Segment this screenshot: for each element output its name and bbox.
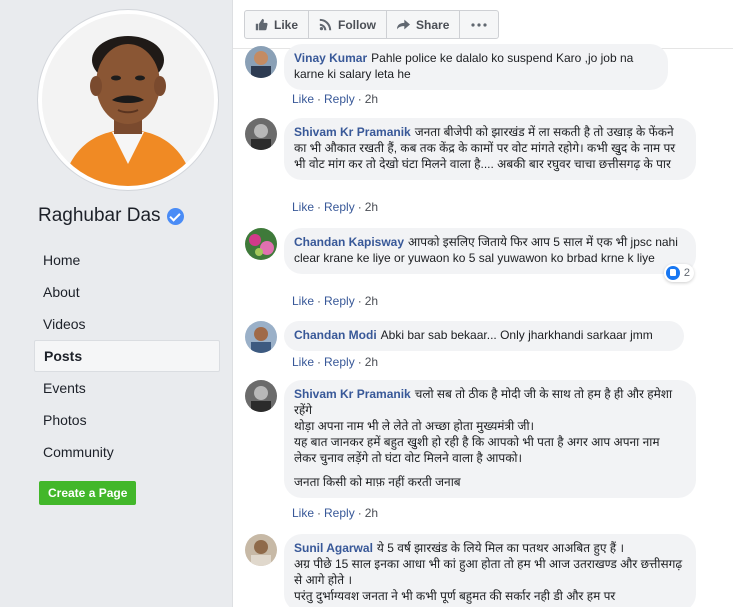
comment-reply-link[interactable]: Reply — [324, 92, 355, 106]
commenter-avatar[interactable] — [245, 228, 277, 260]
comment-time[interactable]: 2h — [365, 92, 378, 106]
share-arrow-icon — [397, 19, 411, 30]
post-action-bar: Like Follow Share — [244, 10, 500, 39]
nav-about[interactable]: About — [34, 276, 220, 308]
comment-author[interactable]: Sunil Agarwal — [294, 541, 373, 555]
comment-author[interactable]: Shivam Kr Pramanik — [294, 125, 411, 139]
follow-button[interactable]: Follow — [309, 11, 388, 38]
commenter-avatar[interactable] — [245, 321, 277, 353]
comment-bubble: Shivam Kr Pramanik जनता बीजेपी को झारखंड … — [284, 118, 696, 180]
comment-text: अग्र पीछे 15 साल इनका आधा भी कां हुआ होत… — [294, 557, 683, 587]
comment-bubble: Chandan Kapisway आपको इसलिए जिताये फिर आप… — [284, 228, 696, 282]
comment-author[interactable]: Chandan Kapisway — [294, 235, 404, 249]
comments-panel: Like Follow Share Vinay Kumar Pahle polic… — [232, 0, 733, 607]
comment-reply-link[interactable]: Reply — [324, 355, 355, 369]
comment-time[interactable]: 2h — [365, 200, 378, 214]
follow-label: Follow — [338, 17, 377, 32]
comment-meta: Like · Reply · 2h — [292, 200, 379, 214]
page-nav: Home About Videos Posts Events Photos Co… — [34, 244, 220, 468]
comment-like-link[interactable]: Like — [292, 92, 314, 106]
page-title[interactable]: Raghubar Das — [38, 205, 184, 227]
comment-reply-link[interactable]: Reply — [324, 294, 355, 308]
comment-bubble: Vinay Kumar Pahle police ke dalalo ko sus… — [284, 44, 668, 90]
nav-videos[interactable]: Videos — [34, 308, 220, 340]
like-reaction-icon — [665, 266, 680, 280]
comment-meta: Like · Reply · 2h — [292, 92, 379, 106]
comment-meta: Like · Reply · 2h — [292, 294, 379, 308]
comment-meta: Like · Reply · 2h — [292, 355, 379, 369]
nav-posts[interactable]: Posts — [34, 340, 220, 372]
create-page-button[interactable]: Create a Page — [39, 481, 137, 505]
ellipsis-icon — [471, 22, 487, 27]
comment-time[interactable]: 2h — [365, 294, 378, 308]
share-button[interactable]: Share — [387, 11, 461, 38]
profile-picture-frame[interactable] — [38, 10, 218, 190]
comment-bubble: Chandan Modi Abki bar sab bekaar... Only … — [284, 321, 684, 351]
comment-text: थोड़ा अपना नाम भी ले लेते तो अच्छा होता … — [294, 419, 535, 433]
page-sidebar: Raghubar Das Home About Videos Posts Eve… — [0, 0, 232, 607]
comment-reply-link[interactable]: Reply — [324, 200, 355, 214]
comment-text: परंतु दुर्भाग्यवश जनता ने भी कभी पूर्ण ब… — [294, 589, 616, 603]
commenter-avatar[interactable] — [245, 534, 277, 566]
comment-like-link[interactable]: Like — [292, 506, 314, 520]
comment-time[interactable]: 2h — [365, 506, 378, 520]
comment-text: ये 5 वर्ष झारखंड के लिये मिल का पतथर आअब… — [376, 541, 625, 555]
verified-badge-icon — [166, 207, 184, 225]
comment-text: जनता किसी को माफ़ नहीं करती जनाब — [294, 475, 461, 489]
comment-author[interactable]: Shivam Kr Pramanik — [294, 387, 411, 401]
page-name-text[interactable]: Raghubar Das — [38, 205, 161, 227]
comment-text: Abki bar sab bekaar... Only jharkhandi s… — [380, 328, 653, 342]
thumbs-up-icon — [255, 18, 268, 31]
reaction-count-value: 2 — [683, 267, 690, 279]
reaction-count[interactable]: 2 — [663, 264, 694, 282]
more-options-button[interactable] — [460, 11, 498, 38]
comment-bubble: Shivam Kr Pramanik चलो सब तो ठीक है मोदी … — [284, 380, 696, 498]
share-label: Share — [416, 17, 450, 32]
comment-time[interactable]: 2h — [365, 355, 378, 369]
nav-community[interactable]: Community — [34, 436, 220, 468]
commenter-avatar[interactable] — [245, 46, 277, 78]
comment-like-link[interactable]: Like — [292, 294, 314, 308]
comment-reply-link[interactable]: Reply — [324, 506, 355, 520]
like-page-button[interactable]: Like — [245, 11, 310, 38]
comment-like-link[interactable]: Like — [292, 200, 314, 214]
comment-author[interactable]: Chandan Modi — [294, 328, 377, 342]
comment-bubble: Sunil Agarwal ये 5 वर्ष झारखंड के लिये मि… — [284, 534, 696, 607]
commenter-avatar[interactable] — [245, 380, 277, 412]
nav-events[interactable]: Events — [34, 372, 220, 404]
rss-icon — [319, 18, 332, 31]
comment-author[interactable]: Vinay Kumar — [294, 51, 367, 65]
profile-picture[interactable] — [42, 14, 214, 186]
comment-meta: Like · Reply · 2h — [292, 506, 379, 520]
nav-home[interactable]: Home — [34, 244, 220, 276]
commenter-avatar[interactable] — [245, 118, 277, 150]
like-page-label: Like — [274, 17, 299, 32]
nav-photos[interactable]: Photos — [34, 404, 220, 436]
comment-text: यह बात जानकर हमें बहुत खुशी हो रही है कि… — [294, 435, 660, 465]
comment-like-link[interactable]: Like — [292, 355, 314, 369]
